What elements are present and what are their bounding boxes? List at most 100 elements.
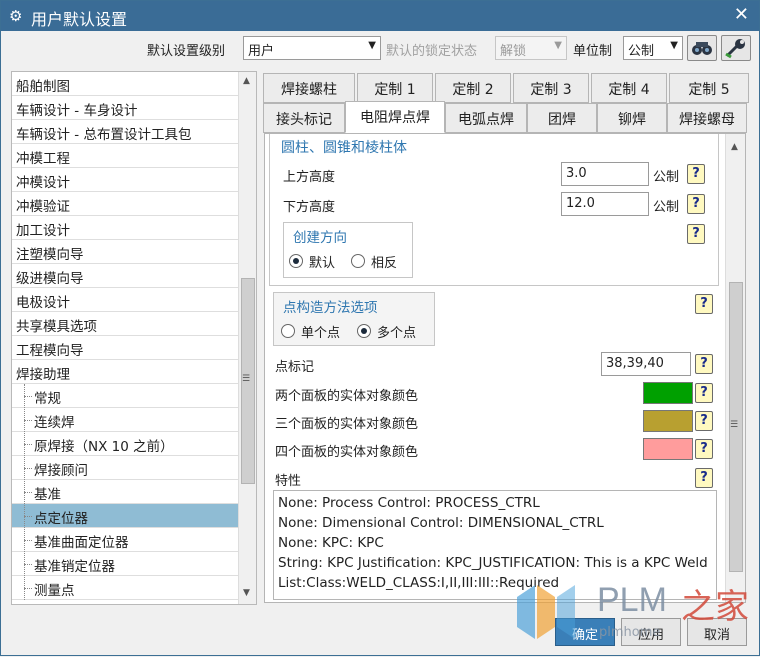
lower-height-input[interactable]: 12.0 xyxy=(561,192,649,216)
scroll-down-icon[interactable]: ▼ xyxy=(243,588,250,598)
unit-select[interactable]: 公制 ▼ xyxy=(623,36,683,60)
wrench-icon xyxy=(725,39,745,59)
lock-label: 默认的锁定状态 xyxy=(386,44,478,59)
chevron-down-icon: ▼ xyxy=(554,40,562,51)
properties-list[interactable]: None: Process Control: PROCESS_CTRL None:… xyxy=(273,490,717,600)
content-scrollbar[interactable]: ▲ ☰ xyxy=(725,134,745,602)
tab[interactable]: 焊接螺母 xyxy=(667,103,747,133)
direction-reverse-label: 相反 xyxy=(371,256,398,271)
list-item[interactable]: 基准 xyxy=(12,480,238,504)
tree-connector xyxy=(24,492,32,493)
property-line: List:Class:WELD_CLASS:I,II,III:III::Requ… xyxy=(278,575,560,591)
tree-connector xyxy=(24,516,32,517)
list-item[interactable]: 冲模工程 xyxy=(12,144,238,168)
help-icon[interactable]: ? xyxy=(695,411,713,431)
properties-label: 特性 xyxy=(275,474,302,489)
close-icon[interactable]: ✕ xyxy=(734,4,749,25)
property-line: None: Process Control: PROCESS_CTRL xyxy=(278,495,540,511)
color-three-swatch[interactable] xyxy=(643,410,693,432)
ok-button[interactable]: 确定 xyxy=(555,618,615,646)
help-icon[interactable]: ? xyxy=(695,439,713,459)
level-label: 默认设置级别 xyxy=(147,44,226,59)
upper-height-label: 上方高度 xyxy=(283,170,336,185)
tab[interactable]: 团焊 xyxy=(527,103,597,133)
tab[interactable]: 电弧点焊 xyxy=(445,103,527,133)
list-item[interactable]: 焊接助理 xyxy=(12,360,238,384)
list-item[interactable]: 点定位器 xyxy=(12,504,238,528)
settings-content: 圆柱、圆锥和棱柱体 上方高度 3.0 公制 ? 下方高度 12.0 公制 ? 创… xyxy=(264,133,746,603)
category-scrollbar[interactable]: ▲ ☰ ▼ xyxy=(238,72,256,604)
color-two-swatch[interactable] xyxy=(643,382,693,404)
method-single-radio[interactable] xyxy=(281,324,295,338)
level-select[interactable]: 用户 ▼ xyxy=(243,36,381,60)
method-multi-radio[interactable] xyxy=(357,324,371,338)
apply-button[interactable]: 应用 xyxy=(621,618,681,646)
list-item[interactable]: 共享模具选项 xyxy=(12,312,238,336)
color-four-swatch[interactable] xyxy=(643,438,693,460)
tab[interactable]: 焊接螺柱 xyxy=(263,73,355,103)
settings-toolbar: 默认设置级别 用户 ▼ 默认的锁定状态 解锁 ▼ 单位制 公制 ▼ xyxy=(1,35,759,65)
help-icon[interactable]: ? xyxy=(687,224,705,244)
manage-settings-button[interactable] xyxy=(721,35,751,61)
tab[interactable]: 铆焊 xyxy=(597,103,667,133)
tab[interactable]: 定制 1 xyxy=(357,73,433,103)
point-mark-input[interactable]: 38,39,40 xyxy=(601,352,691,376)
direction-title: 创建方向 xyxy=(293,230,347,246)
list-item[interactable]: 常规 xyxy=(12,384,238,408)
list-item[interactable]: 基准曲面定位器 xyxy=(12,528,238,552)
title-bar: ⚙ 用户默认设置 ✕ xyxy=(1,1,759,31)
list-item[interactable]: 连续焊 xyxy=(12,408,238,432)
scroll-up-icon[interactable]: ▲ xyxy=(243,76,250,86)
lower-height-unit: 公制 xyxy=(653,200,680,215)
list-item[interactable]: 车辆设计 - 总布置设计工具包 xyxy=(12,120,238,144)
tree-connector xyxy=(24,564,32,565)
tab[interactable]: 电阻焊点焊 xyxy=(345,101,445,133)
list-item[interactable]: 基准销定位器 xyxy=(12,552,238,576)
tab[interactable]: 定制 5 xyxy=(669,73,749,103)
list-item[interactable]: 焊接顾问 xyxy=(12,456,238,480)
help-icon[interactable]: ? xyxy=(695,294,713,314)
list-item[interactable]: 原焊接（NX 10 之前） xyxy=(12,432,238,456)
list-item[interactable]: 冲模设计 xyxy=(12,168,238,192)
tree-connector xyxy=(24,468,32,469)
list-item[interactable]: 注塑模向导 xyxy=(12,240,238,264)
list-item[interactable]: 工程模向导 xyxy=(12,336,238,360)
list-item[interactable]: 级进模向导 xyxy=(12,264,238,288)
tab[interactable]: 定制 4 xyxy=(591,73,667,103)
scroll-up-icon[interactable]: ▲ xyxy=(731,142,738,152)
unit-label: 单位制 xyxy=(573,44,613,59)
lock-value: 解锁 xyxy=(500,44,527,59)
direction-default-label: 默认 xyxy=(309,256,336,271)
help-icon[interactable]: ? xyxy=(687,164,705,184)
list-item[interactable]: 加工设计 xyxy=(12,216,238,240)
tree-connector xyxy=(24,444,32,445)
tab[interactable]: 定制 2 xyxy=(435,73,511,103)
find-default-button[interactable] xyxy=(687,35,717,61)
tab[interactable]: 定制 3 xyxy=(513,73,589,103)
list-item[interactable]: 冲模验证 xyxy=(12,192,238,216)
point-mark-label: 点标记 xyxy=(275,360,315,375)
lock-select: 解锁 ▼ xyxy=(495,36,567,60)
direction-reverse-radio[interactable] xyxy=(351,254,365,268)
direction-default-radio[interactable] xyxy=(289,254,303,268)
list-item[interactable]: 测量点 xyxy=(12,576,238,600)
method-title: 点构造方法选项 xyxy=(283,300,378,316)
upper-height-input[interactable]: 3.0 xyxy=(561,162,649,186)
method-single-label: 单个点 xyxy=(301,326,341,341)
chevron-down-icon: ▼ xyxy=(368,40,376,51)
help-icon[interactable]: ? xyxy=(695,383,713,403)
color-four-label: 四个面板的实体对象颜色 xyxy=(275,445,419,460)
help-icon[interactable]: ? xyxy=(695,468,713,488)
help-icon[interactable]: ? xyxy=(695,354,713,374)
list-item[interactable]: 车辆设计 - 车身设计 xyxy=(12,96,238,120)
upper-height-unit: 公制 xyxy=(653,170,680,185)
binoculars-icon xyxy=(692,42,712,55)
property-line: String: KPC Justification: KPC_JUSTIFICA… xyxy=(278,555,708,571)
list-item[interactable]: 电极设计 xyxy=(12,288,238,312)
tab[interactable]: 接头标记 xyxy=(263,103,345,133)
level-value: 用户 xyxy=(248,44,275,59)
cancel-button[interactable]: 取消 xyxy=(687,618,747,646)
tree-connector xyxy=(24,588,32,589)
list-item[interactable]: 船舶制图 xyxy=(12,72,238,96)
help-icon[interactable]: ? xyxy=(687,194,705,214)
